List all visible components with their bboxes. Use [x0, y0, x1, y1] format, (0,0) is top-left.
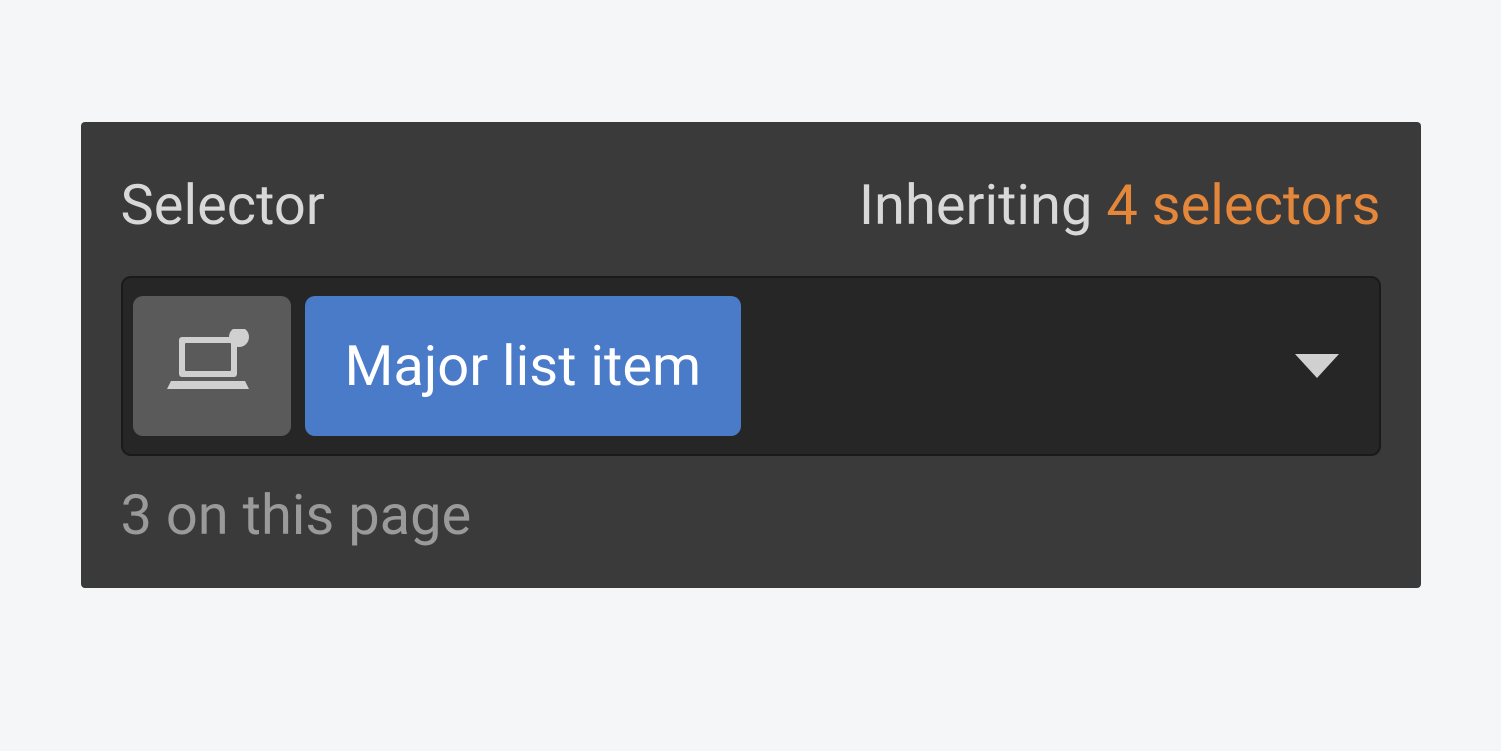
breakpoint-desktop-icon [167, 329, 257, 403]
instance-count-label: 3 on this page [121, 482, 1381, 548]
selector-label: Selector [121, 172, 325, 238]
selector-dropdown-button[interactable] [1265, 288, 1369, 444]
breakpoint-chip[interactable] [133, 296, 291, 436]
selector-field[interactable]: Major list item [121, 276, 1381, 456]
caret-down-icon [1295, 354, 1339, 378]
selector-panel: Selector Inheriting 4 selectors Major li… [81, 122, 1421, 588]
inheriting-count: 4 selectors [1106, 172, 1380, 238]
inheriting-label: Inheriting [859, 172, 1107, 238]
class-chip-label: Major list item [345, 333, 702, 399]
inheriting-link[interactable]: Inheriting 4 selectors [859, 172, 1381, 238]
class-chip[interactable]: Major list item [305, 296, 742, 436]
selector-header: Selector Inheriting 4 selectors [121, 172, 1381, 238]
